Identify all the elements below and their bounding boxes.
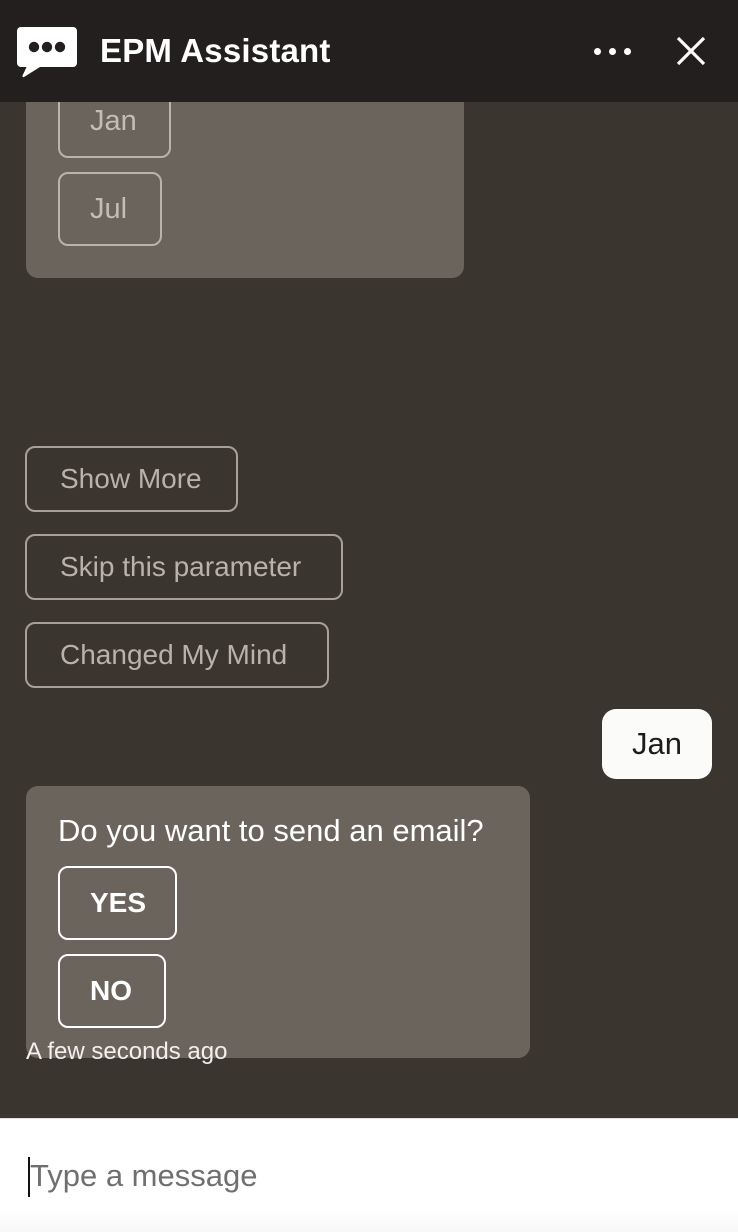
chat-message-scroll-area[interactable]: Dec Feb Jan Jul Show More Skip this para… <box>0 0 738 1118</box>
ellipsis-dot <box>608 47 616 55</box>
confirm-no-button[interactable]: NO <box>58 954 166 1028</box>
text-cursor <box>28 1157 30 1197</box>
skip-this-parameter-button[interactable]: Skip this parameter <box>25 534 343 600</box>
changed-my-mind-button[interactable]: Changed My Mind <box>25 622 329 688</box>
bot-message-email-confirmation: Do you want to send an email? YES NO <box>26 786 530 1058</box>
confirmation-question-text: Do you want to send an email? <box>58 813 484 848</box>
ellipsis-dot <box>623 47 631 55</box>
message-timestamp: A few seconds ago <box>26 1038 228 1065</box>
chat-bubble-dots-icon <box>16 23 78 79</box>
ellipsis-dot <box>593 47 601 55</box>
show-more-button[interactable]: Show More <box>25 446 238 512</box>
message-input[interactable] <box>0 1119 738 1232</box>
header-action-group <box>584 0 738 102</box>
confirm-yes-button[interactable]: YES <box>58 866 177 940</box>
ellipsis-icon[interactable] <box>584 23 640 79</box>
message-composer[interactable] <box>0 1118 738 1232</box>
user-message-text: Jan <box>632 726 682 761</box>
user-message-bubble: Jan <box>602 709 712 779</box>
chat-header: EPM Assistant <box>0 0 738 102</box>
epm-assistant-chat-window: Dec Feb Jan Jul Show More Skip this para… <box>0 0 738 1232</box>
close-x-icon[interactable] <box>664 24 718 78</box>
page-title: EPM Assistant <box>100 32 331 69</box>
month-option-jul[interactable]: Jul <box>58 172 162 246</box>
